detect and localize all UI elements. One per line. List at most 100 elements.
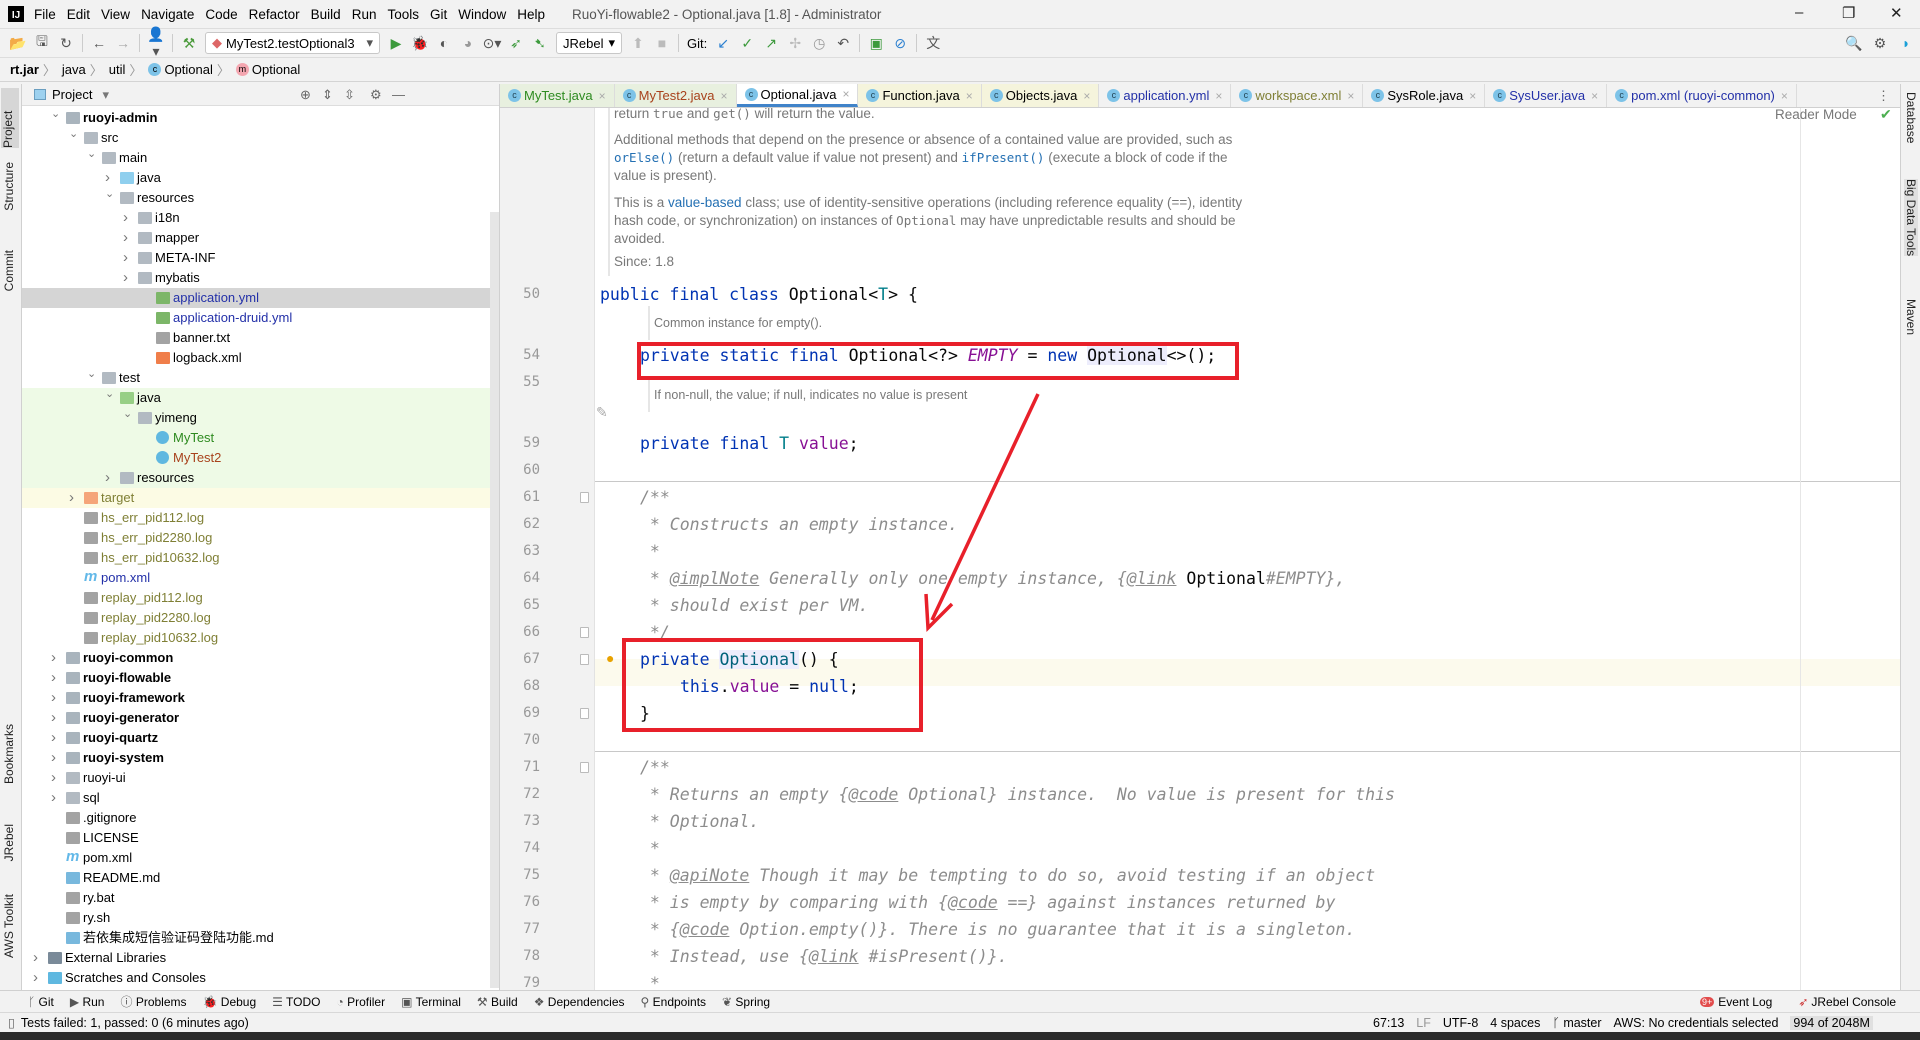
- tree-item[interactable]: ry.bat: [22, 888, 499, 908]
- tab-function-java[interactable]: c Function.java ×: [858, 84, 982, 107]
- tree-item[interactable]: › META-INF: [22, 248, 499, 268]
- jrebel-debug-icon[interactable]: ➷: [528, 35, 552, 52]
- tree-item[interactable]: ⌄ resources: [22, 188, 499, 208]
- menu-view[interactable]: View: [101, 7, 130, 22]
- close-tab-icon[interactable]: ×: [1347, 89, 1354, 103]
- git-push-icon[interactable]: ↗: [759, 35, 783, 52]
- chevron-right-icon[interactable]: ›: [51, 728, 56, 748]
- tree-item[interactable]: ry.sh: [22, 908, 499, 928]
- expand-all-icon[interactable]: ⇕: [322, 87, 333, 103]
- tree-item[interactable]: MyTest2: [22, 448, 499, 468]
- tree-item[interactable]: › ruoyi-flowable: [22, 668, 499, 688]
- tree-item[interactable]: .gitignore: [22, 808, 499, 828]
- jrebel-select[interactable]: JRebel ▾: [556, 32, 622, 54]
- jrebel-run-icon[interactable]: ➶: [504, 35, 528, 52]
- sync-icon[interactable]: ↻: [54, 35, 78, 52]
- tool-project[interactable]: Project: [1, 88, 19, 148]
- chevron-right-icon[interactable]: ›: [123, 228, 128, 248]
- tree-item[interactable]: replay_pid112.log: [22, 588, 499, 608]
- tab-objects-java[interactable]: c Objects.java ×: [981, 84, 1100, 107]
- chevron-down-icon[interactable]: ▾: [102, 87, 109, 103]
- tree-item[interactable]: hs_err_pid2280.log: [22, 528, 499, 548]
- attach-icon[interactable]: ⬆: [626, 35, 650, 52]
- tab-application-yml[interactable]: c application.yml ×: [1099, 84, 1232, 107]
- chevron-right-icon[interactable]: ›: [51, 668, 56, 688]
- chevron-right-icon[interactable]: ›: [123, 268, 128, 288]
- menu-git[interactable]: Git: [430, 7, 447, 22]
- tree-item[interactable]: MyTest: [22, 428, 499, 448]
- run-icon[interactable]: ▶: [384, 35, 408, 52]
- chevron-down-icon[interactable]: ⌄: [87, 144, 96, 164]
- chevron-right-icon[interactable]: ›: [51, 748, 56, 768]
- close-tab-icon[interactable]: ×: [966, 89, 973, 103]
- tree-item[interactable]: hs_err_pid112.log: [22, 508, 499, 528]
- menu-build[interactable]: Build: [311, 7, 341, 22]
- menu-edit[interactable]: Edit: [67, 7, 90, 22]
- more-tabs-icon[interactable]: ⋮: [1867, 84, 1900, 107]
- tab-optional-java[interactable]: c Optional.java ×: [736, 84, 859, 107]
- tree-item[interactable]: ⌄ test: [22, 368, 499, 388]
- close-tab-icon[interactable]: ×: [1781, 89, 1788, 103]
- tree-item[interactable]: › External Libraries: [22, 948, 499, 968]
- tree-item[interactable]: LICENSE: [22, 828, 499, 848]
- breadcrumb-item[interactable]: rt.jar: [10, 62, 39, 77]
- line-separator[interactable]: LF: [1416, 1016, 1431, 1030]
- chevron-right-icon[interactable]: ›: [33, 948, 38, 968]
- tree-item[interactable]: 若依集成短信验证码登陆功能.md: [22, 928, 499, 948]
- chevron-right-icon[interactable]: ›: [123, 208, 128, 228]
- caret-position[interactable]: 67:13: [1373, 1016, 1404, 1030]
- chevron-right-icon[interactable]: ›: [69, 488, 74, 508]
- close-button[interactable]: ✕: [1890, 4, 1903, 22]
- tab-mytest2-java[interactable]: c MyTest2.java ×: [614, 84, 737, 107]
- tool-window-profiler[interactable]: ◔ Profiler: [336, 995, 385, 1009]
- tool-window-run[interactable]: ▶ Run: [70, 995, 105, 1009]
- breadcrumb-item[interactable]: Optional: [164, 62, 212, 77]
- tool-database[interactable]: Database: [1904, 92, 1918, 143]
- tool-structure[interactable]: Structure: [2, 162, 16, 211]
- close-tab-icon[interactable]: ×: [599, 89, 606, 103]
- menu-tools[interactable]: Tools: [387, 7, 419, 22]
- search-icon[interactable]: 🔍: [1842, 35, 1866, 52]
- tool-window-git[interactable]: ᚴ Git: [28, 995, 54, 1009]
- tool-jrebel[interactable]: JRebel: [2, 824, 16, 861]
- chevron-right-icon[interactable]: ›: [51, 708, 56, 728]
- chevron-down-icon[interactable]: ⌄: [69, 124, 78, 144]
- status-message[interactable]: Tests failed: 1, passed: 0 (6 minutes ag…: [21, 1016, 249, 1030]
- event-log-button[interactable]: Event Log: [1718, 995, 1772, 1009]
- power-save-icon[interactable]: ⊘: [888, 35, 912, 52]
- file-encoding[interactable]: UTF-8: [1443, 1016, 1478, 1030]
- tool-commit[interactable]: Commit: [2, 250, 16, 291]
- tree-item[interactable]: ⌄ java: [22, 388, 499, 408]
- chevron-right-icon[interactable]: ›: [51, 788, 56, 808]
- tree-item[interactable]: ⌄ yimeng: [22, 408, 499, 428]
- menu-file[interactable]: File: [34, 7, 56, 22]
- tree-item[interactable]: › ruoyi-ui: [22, 768, 499, 788]
- coverage-icon[interactable]: ◐: [432, 35, 456, 51]
- close-tab-icon[interactable]: ×: [1591, 89, 1598, 103]
- tree-item[interactable]: › ruoyi-framework: [22, 688, 499, 708]
- indent-setting[interactable]: 4 spaces: [1490, 1016, 1540, 1030]
- monitor-icon[interactable]: ▣: [864, 35, 888, 52]
- chevron-right-icon[interactable]: ›: [105, 468, 110, 488]
- tool-window-spring[interactable]: ❦ Spring: [722, 995, 770, 1009]
- translate-icon[interactable]: 文: [921, 33, 945, 53]
- gear-icon[interactable]: ⚙: [370, 87, 382, 103]
- tree-item[interactable]: application.yml: [22, 288, 499, 308]
- hide-icon[interactable]: —: [392, 87, 405, 102]
- profile-icon[interactable]: ◕: [456, 35, 480, 51]
- forward-icon[interactable]: →: [111, 35, 135, 51]
- tree-item[interactable]: › mapper: [22, 228, 499, 248]
- tree-item[interactable]: replay_pid2280.log: [22, 608, 499, 628]
- tree-item[interactable]: › ruoyi-system: [22, 748, 499, 768]
- collapse-all-icon[interactable]: ⇳: [344, 87, 355, 103]
- build-hammer-icon[interactable]: ⚒: [177, 35, 201, 52]
- chevron-down-icon[interactable]: ⌄: [105, 384, 114, 404]
- tree-item[interactable]: application-druid.yml: [22, 308, 499, 328]
- git-commit-icon[interactable]: ✓: [735, 35, 759, 52]
- tool-window-dependencies[interactable]: ❖ Dependencies: [534, 995, 625, 1009]
- chevron-down-icon[interactable]: ⌄: [51, 104, 60, 124]
- tree-item[interactable]: README.md: [22, 868, 499, 888]
- toolbox-icon[interactable]: ◗: [1894, 35, 1918, 51]
- tree-item[interactable]: m pom.xml: [22, 848, 499, 868]
- menu-refactor[interactable]: Refactor: [249, 7, 300, 22]
